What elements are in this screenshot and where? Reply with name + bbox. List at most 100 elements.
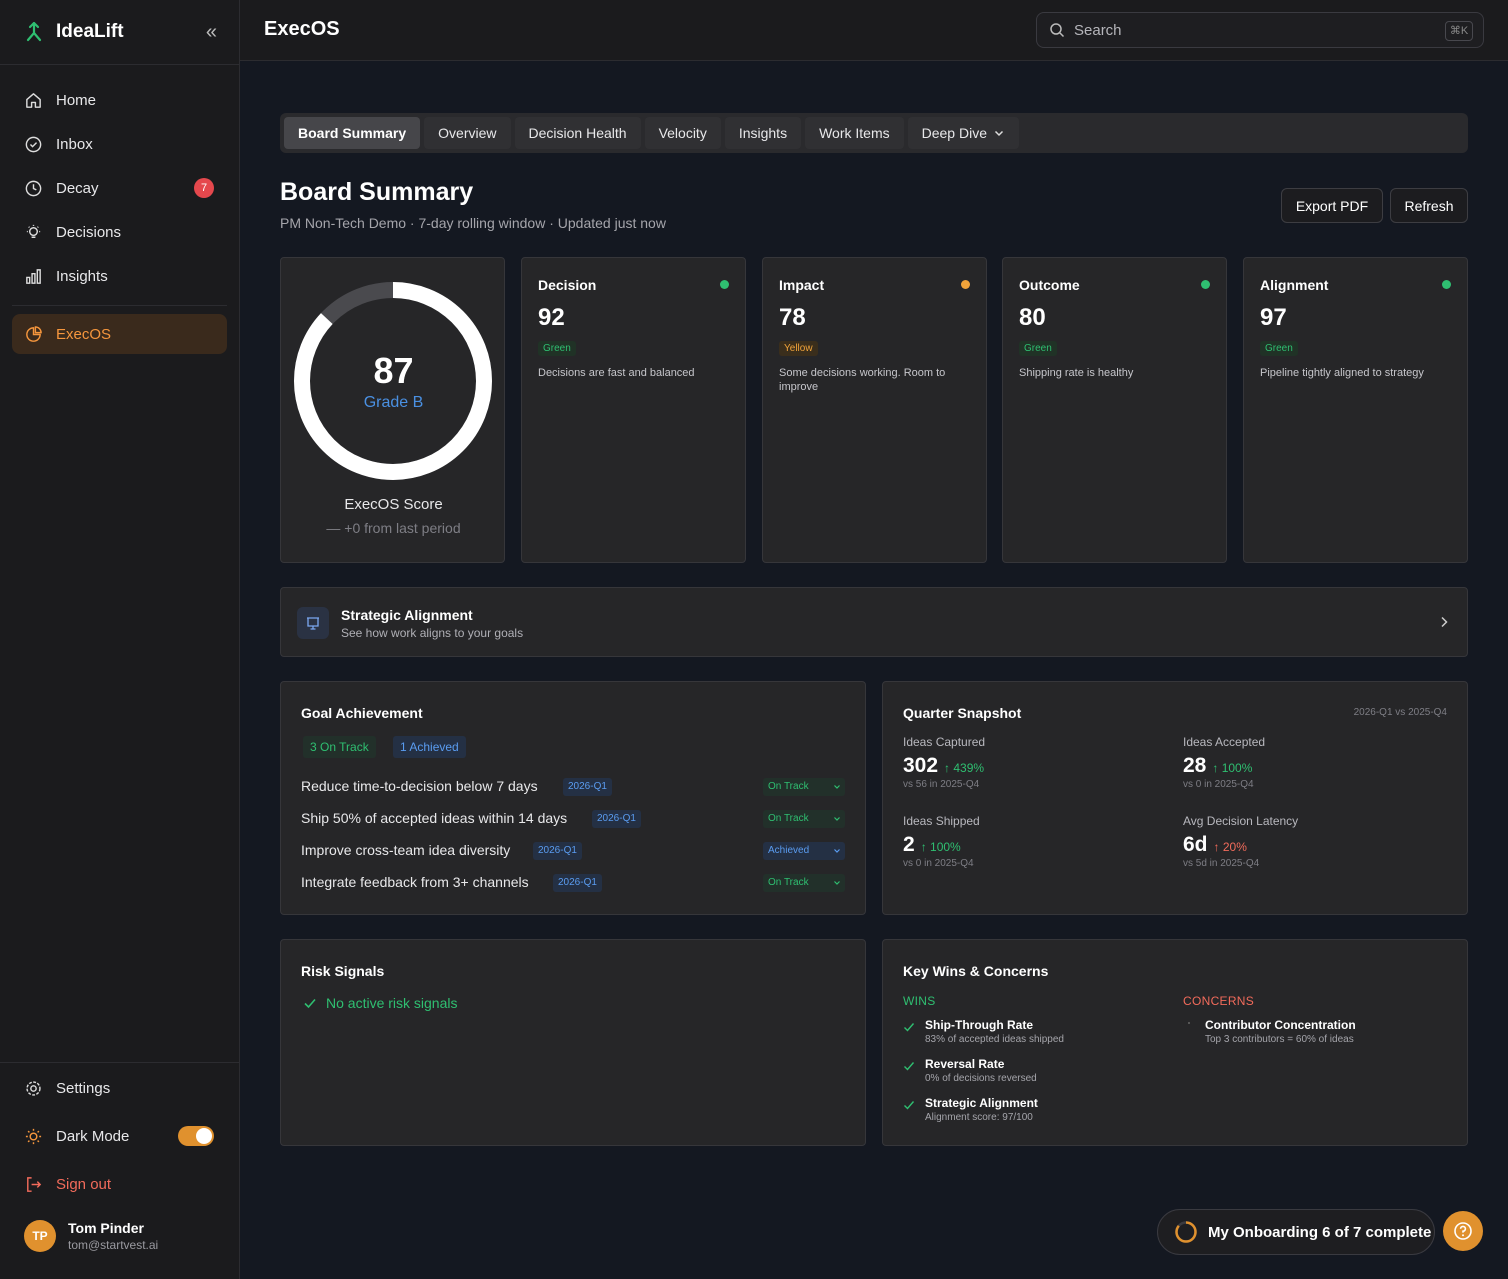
- pie-chart-icon: [26, 325, 42, 342]
- chevron-down-icon: [834, 817, 840, 821]
- sidebar-item-label: Insights: [56, 267, 108, 285]
- user-profile[interactable]: TP Tom Pinder tom@startvest.ai: [0, 1208, 239, 1252]
- snapshot-avg-decision-latency: Avg Decision Latency 6d ↑ 20% vs 5d in 20…: [1183, 814, 1443, 884]
- bar-chart-icon: [26, 268, 41, 284]
- score-label: ExecOS Score: [344, 496, 443, 513]
- snapshot-delta: ↑ 439%: [944, 761, 985, 775]
- sidebar-item-execos[interactable]: ExecOS: [12, 314, 227, 354]
- panel-title: Risk Signals: [301, 963, 385, 979]
- sidebar-footer: Settings Dark Mode Sign out TP Tom Pinde…: [0, 1062, 239, 1279]
- tab-deep-dive[interactable]: Deep Dive: [907, 117, 1019, 149]
- sidebar-item-label: Home: [56, 91, 97, 109]
- goal-status-select[interactable]: On Track: [763, 778, 845, 796]
- snapshot-previous: vs 56 in 2025-Q4: [903, 779, 980, 790]
- win-detail: 0% of decisions reversed: [925, 1073, 1037, 1084]
- clock-icon: [25, 180, 42, 196]
- sidebar-item-inbox[interactable]: Inbox: [0, 122, 239, 166]
- execos-score-card: 87 Grade B ExecOS Score — +0 from last p…: [280, 257, 505, 563]
- dark-mode-toggle[interactable]: [178, 1126, 214, 1146]
- sidebar-item-decay[interactable]: Decay 7: [0, 166, 239, 210]
- snapshot-value: 6d: [1183, 833, 1208, 856]
- app-title: ExecOS: [264, 18, 340, 40]
- sign-out-button[interactable]: Sign out: [0, 1160, 239, 1208]
- idealift-logo-icon: [26, 21, 42, 42]
- tab-insights[interactable]: Insights: [724, 117, 802, 149]
- brand-name: IdeaLift: [56, 21, 124, 42]
- goal-achievement-panel: Goal Achievement 3 On Track 1 Achieved R…: [280, 681, 866, 915]
- risk-status: No active risk signals: [303, 995, 458, 1011]
- lightbulb-icon: [26, 224, 41, 238]
- status-dot: [720, 280, 729, 289]
- check-icon: [904, 1062, 915, 1071]
- home-icon: [26, 92, 41, 108]
- user-email: tom@startvest.ai: [68, 1238, 159, 1252]
- page-title: Board Summary: [280, 178, 474, 206]
- check-circle-icon: [25, 136, 42, 152]
- goal-status-label: On Track: [768, 781, 809, 792]
- goal-text: Ship 50% of accepted ideas within 14 day…: [301, 810, 568, 826]
- snapshot-delta: ↑ 100%: [1212, 761, 1253, 775]
- sidebar-item-label: Inbox: [56, 135, 93, 153]
- tab-work-items[interactable]: Work Items: [805, 117, 904, 149]
- tab-decision-health[interactable]: Decision Health: [514, 117, 641, 149]
- check-icon: [304, 998, 316, 1009]
- double-chevron-left-icon[interactable]: «: [206, 22, 217, 42]
- strategic-alignment-title: Strategic Alignment: [341, 607, 473, 623]
- strategic-alignment-link[interactable]: Strategic Alignment See how work aligns …: [280, 587, 1468, 657]
- concerns-heading: CONCERNS: [1183, 994, 1255, 1008]
- metric-value: 78: [779, 304, 806, 331]
- help-button[interactable]: [1443, 1211, 1483, 1251]
- settings-item[interactable]: Settings: [0, 1064, 239, 1112]
- snapshot-ideas-shipped: Ideas Shipped 2 ↑ 100% vs 0 in 2025-Q4: [903, 814, 1163, 884]
- snapshot-value: 2: [903, 833, 915, 856]
- tab-velocity[interactable]: Velocity: [644, 117, 721, 149]
- metric-card-decision: Decision 92 Green Decisions are fast and…: [521, 257, 746, 563]
- refresh-button[interactable]: Refresh: [1390, 188, 1468, 223]
- search-input[interactable]: [1074, 21, 1434, 39]
- sidebar-item-home[interactable]: Home: [0, 78, 239, 122]
- quarter-badge: 2026-Q1: [592, 810, 641, 828]
- goal-status-select[interactable]: On Track: [763, 810, 845, 828]
- snapshot-delta: ↑ 20%: [1213, 840, 1247, 854]
- quarter-badge: 2026-Q1: [533, 842, 582, 860]
- status-dot: [961, 280, 970, 289]
- onboarding-label: My Onboarding 6 of 7 complete: [1208, 1223, 1432, 1241]
- sign-out-icon: [27, 1176, 42, 1192]
- win-item: Ship-Through Rate 83% of accepted ideas …: [903, 1018, 1173, 1045]
- strategic-alignment-subtitle: See how work aligns to your goals: [341, 626, 524, 640]
- status-dot: [1442, 280, 1451, 289]
- sun-icon: [25, 1128, 42, 1144]
- main-content: Board Summary Overview Decision Health V…: [240, 61, 1508, 1279]
- help-icon: [1454, 1222, 1472, 1240]
- tab-bar: Board Summary Overview Decision Health V…: [280, 113, 1468, 153]
- snapshot-label: Ideas Captured: [903, 735, 986, 749]
- metric-name: Alignment: [1260, 277, 1329, 293]
- sidebar-item-insights[interactable]: Insights: [0, 254, 239, 298]
- tab-overview[interactable]: Overview: [424, 117, 511, 149]
- page-subtitle: PM Non-Tech Demo · 7-day rolling window …: [280, 215, 666, 231]
- goal-row: Reduce time-to-decision below 7 days 202…: [301, 775, 847, 799]
- brand[interactable]: IdeaLift «: [0, 0, 239, 65]
- goal-text: Integrate feedback from 3+ channels: [301, 874, 529, 890]
- search-box[interactable]: ⌘K: [1036, 12, 1484, 48]
- win-detail: 83% of accepted ideas shipped: [925, 1034, 1064, 1045]
- search-shortcut: ⌘K: [1445, 21, 1473, 41]
- sidebar-item-decisions[interactable]: Decisions: [0, 210, 239, 254]
- metric-description: Decisions are fast and balanced: [538, 367, 695, 379]
- export-pdf-button[interactable]: Export PDF: [1281, 188, 1383, 223]
- chevron-right-icon: [1441, 616, 1448, 628]
- win-title: Strategic Alignment: [925, 1096, 1038, 1110]
- comparison-label: 2026-Q1 vs 2025-Q4: [1353, 707, 1447, 718]
- status-badge: Green: [538, 341, 576, 356]
- goal-status-select[interactable]: Achieved: [763, 842, 845, 860]
- goal-row: Integrate feedback from 3+ channels 2026…: [301, 871, 847, 895]
- metric-name: Impact: [779, 277, 825, 293]
- win-title: Ship-Through Rate: [925, 1018, 1033, 1032]
- topbar: ExecOS ⌘K: [240, 0, 1508, 61]
- dark-mode-item: Dark Mode: [0, 1112, 239, 1160]
- onboarding-progress-button[interactable]: My Onboarding 6 of 7 complete: [1157, 1209, 1435, 1255]
- goal-status-select[interactable]: On Track: [763, 874, 845, 892]
- metric-value: 97: [1260, 304, 1287, 331]
- presentation-icon: [297, 607, 329, 639]
- tab-board-summary[interactable]: Board Summary: [284, 117, 421, 149]
